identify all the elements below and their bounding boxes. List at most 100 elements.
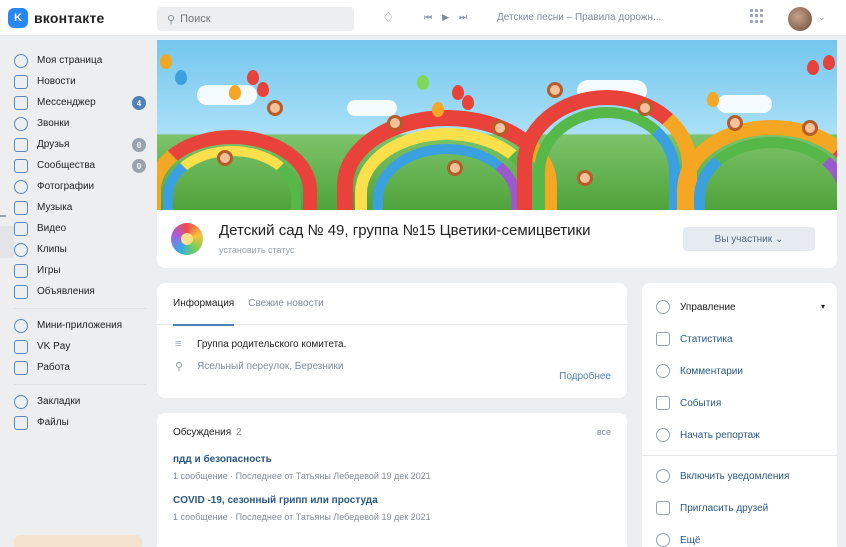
- group-header: Детский сад № 49, группа №15 Цветики-сем…: [157, 210, 837, 268]
- sidebar-item[interactable]: Клипы: [14, 239, 146, 260]
- tab-fresh-news[interactable]: Свежие новости: [248, 298, 324, 325]
- next-track-icon[interactable]: ⏭: [459, 12, 467, 23]
- address-row[interactable]: ⚲ Ясельный переулок, Березники: [157, 355, 627, 377]
- menu-item[interactable]: События: [642, 387, 837, 419]
- sidebar-item-label: Видео: [37, 223, 67, 234]
- discussions-card: Обсуждения 2 все пдд и безопасность 1 соо…: [157, 413, 627, 547]
- menu-item[interactable]: Статистика: [642, 323, 837, 355]
- sidebar-item[interactable]: Мессенджер 4: [14, 92, 146, 113]
- sidebar-item[interactable]: Друзья 0: [14, 134, 146, 155]
- group-cover-image: [157, 40, 837, 210]
- menu-item[interactable]: Управление ▾: [642, 291, 837, 323]
- play-icon[interactable]: ▶: [442, 12, 449, 23]
- search-box[interactable]: ⚲: [157, 7, 354, 31]
- search-icon: ⚲: [167, 13, 176, 26]
- comments-icon: [656, 364, 670, 378]
- video-icon: [14, 221, 28, 236]
- group-address[interactable]: Ясельный переулок, Березники: [197, 361, 343, 372]
- group-title: Детский сад № 49, группа №15 Цветики-сем…: [219, 222, 591, 239]
- sidebar-item-label: Фотографии: [37, 181, 95, 192]
- sidebar-item[interactable]: Сообщества 0: [14, 155, 146, 176]
- sidebar-item[interactable]: Новости: [14, 71, 146, 92]
- count-badge: 0: [132, 138, 146, 152]
- list-item[interactable]: COVID -19, сезонный грипп или простуда 1…: [157, 495, 627, 522]
- communities-icon: [14, 158, 28, 173]
- sidebar-item-label: Объявления: [37, 286, 95, 297]
- services-grid-icon[interactable]: [750, 9, 764, 23]
- list-item[interactable]: пдд и безопасность 1 сообщение · Последн…: [157, 454, 627, 481]
- sidebar-item[interactable]: Видео: [14, 218, 146, 239]
- sidebar-item-label: Мессенджер: [37, 97, 96, 108]
- discussions-count: 2: [236, 427, 242, 438]
- menu-item[interactable]: Комментарии: [642, 355, 837, 387]
- current-track[interactable]: Детские песни – Правила дорожн...: [497, 12, 707, 23]
- vkpay-icon: [14, 339, 28, 354]
- menu-item[interactable]: Начать репортаж: [642, 419, 837, 451]
- avatar[interactable]: [788, 7, 812, 31]
- menu-item[interactable]: Включить уведомления: [642, 460, 837, 492]
- all-discussions-link[interactable]: все: [597, 427, 611, 438]
- sidebar-item-label: Моя страница: [37, 55, 103, 66]
- menu-item-label: Ещё: [680, 534, 701, 546]
- divider: [0, 226, 14, 258]
- dropdown-arrow-icon[interactable]: ▾: [821, 302, 825, 311]
- sidebar-item[interactable]: Фотографии: [14, 176, 146, 197]
- ads-icon: [14, 284, 28, 299]
- search-input[interactable]: [180, 13, 341, 25]
- sidebar-item-label: Игры: [37, 265, 61, 276]
- group-actions-menu: Управление ▾ Статистика Комментарии События Н…: [642, 283, 837, 547]
- notifications-bell-icon[interactable]: ♢: [382, 9, 395, 26]
- tab-information[interactable]: Информация: [173, 298, 235, 326]
- more-info-link[interactable]: Подробнее: [559, 371, 611, 382]
- clips-icon: [14, 242, 28, 257]
- sidebar-item-label: Работа: [37, 362, 70, 373]
- bookmarks-icon: [14, 394, 28, 409]
- group-avatar[interactable]: [171, 223, 203, 255]
- sidebar-item[interactable]: Работа: [14, 357, 146, 378]
- sidebar-item[interactable]: Музыка: [14, 197, 146, 218]
- stats-icon: [656, 332, 670, 346]
- sidebar-item[interactable]: Игры: [14, 260, 146, 281]
- topic-meta: 1 сообщение · Последнее от Татьяны Лебед…: [173, 512, 431, 522]
- bell-icon: [656, 469, 670, 483]
- sidebar-promo[interactable]: [14, 535, 142, 547]
- sidebar-item-label: Музыка: [37, 202, 73, 213]
- sidebar-item[interactable]: VK Pay: [14, 336, 146, 357]
- work-icon: [14, 360, 28, 375]
- sidebar-item-label: Файлы: [37, 417, 69, 428]
- menu-item[interactable]: Ещё: [642, 524, 837, 547]
- topic-title[interactable]: пдд и безопасность: [173, 454, 611, 465]
- sidebar-item-label: Звонки: [37, 118, 70, 129]
- set-status-link[interactable]: установить статус: [219, 245, 294, 255]
- friends-icon: [14, 137, 28, 152]
- count-badge: 4: [132, 96, 146, 110]
- menu-item-label: Управление: [680, 301, 736, 313]
- topic-title[interactable]: COVID -19, сезонный грипп или простуда: [173, 495, 611, 506]
- sidebar-item[interactable]: Файлы: [14, 412, 146, 433]
- invite-icon: [656, 501, 670, 515]
- chevron-down-icon: ⌄: [774, 233, 784, 245]
- live-icon: [656, 428, 670, 442]
- sidebar-item[interactable]: Закладки: [14, 391, 146, 412]
- files-icon: [14, 415, 28, 430]
- group-description: Группа родительского комитета.: [197, 338, 347, 350]
- sidebar-item[interactable]: Мини-приложения: [14, 315, 146, 336]
- member-button-label: Вы участник: [714, 233, 773, 245]
- chevron-down-icon[interactable]: ⌄: [818, 12, 826, 23]
- group-info-card: Информация Свежие новости ≡ Группа родит…: [157, 283, 627, 398]
- menu-item[interactable]: Пригласить друзей: [642, 492, 837, 524]
- sidebar-item[interactable]: Звонки: [14, 113, 146, 134]
- apps-icon: [14, 318, 28, 333]
- text-lines-icon: ≡: [175, 338, 182, 350]
- gear-icon: [656, 300, 670, 314]
- discussions-title[interactable]: Обсуждения: [173, 427, 231, 438]
- menu-item-label: Начать репортаж: [680, 429, 760, 441]
- previous-track-icon[interactable]: ⏮: [424, 12, 432, 23]
- vk-logo[interactable]: K вконтакте: [8, 8, 105, 28]
- member-button[interactable]: Вы участник ⌄: [683, 227, 815, 251]
- sidebar-item[interactable]: Моя страница: [14, 50, 146, 71]
- sidebar-item-label: Мини-приложения: [37, 320, 123, 331]
- user-icon: [14, 53, 28, 68]
- sidebar-item[interactable]: Объявления: [14, 281, 146, 302]
- logo-text: вконтакте: [34, 10, 105, 26]
